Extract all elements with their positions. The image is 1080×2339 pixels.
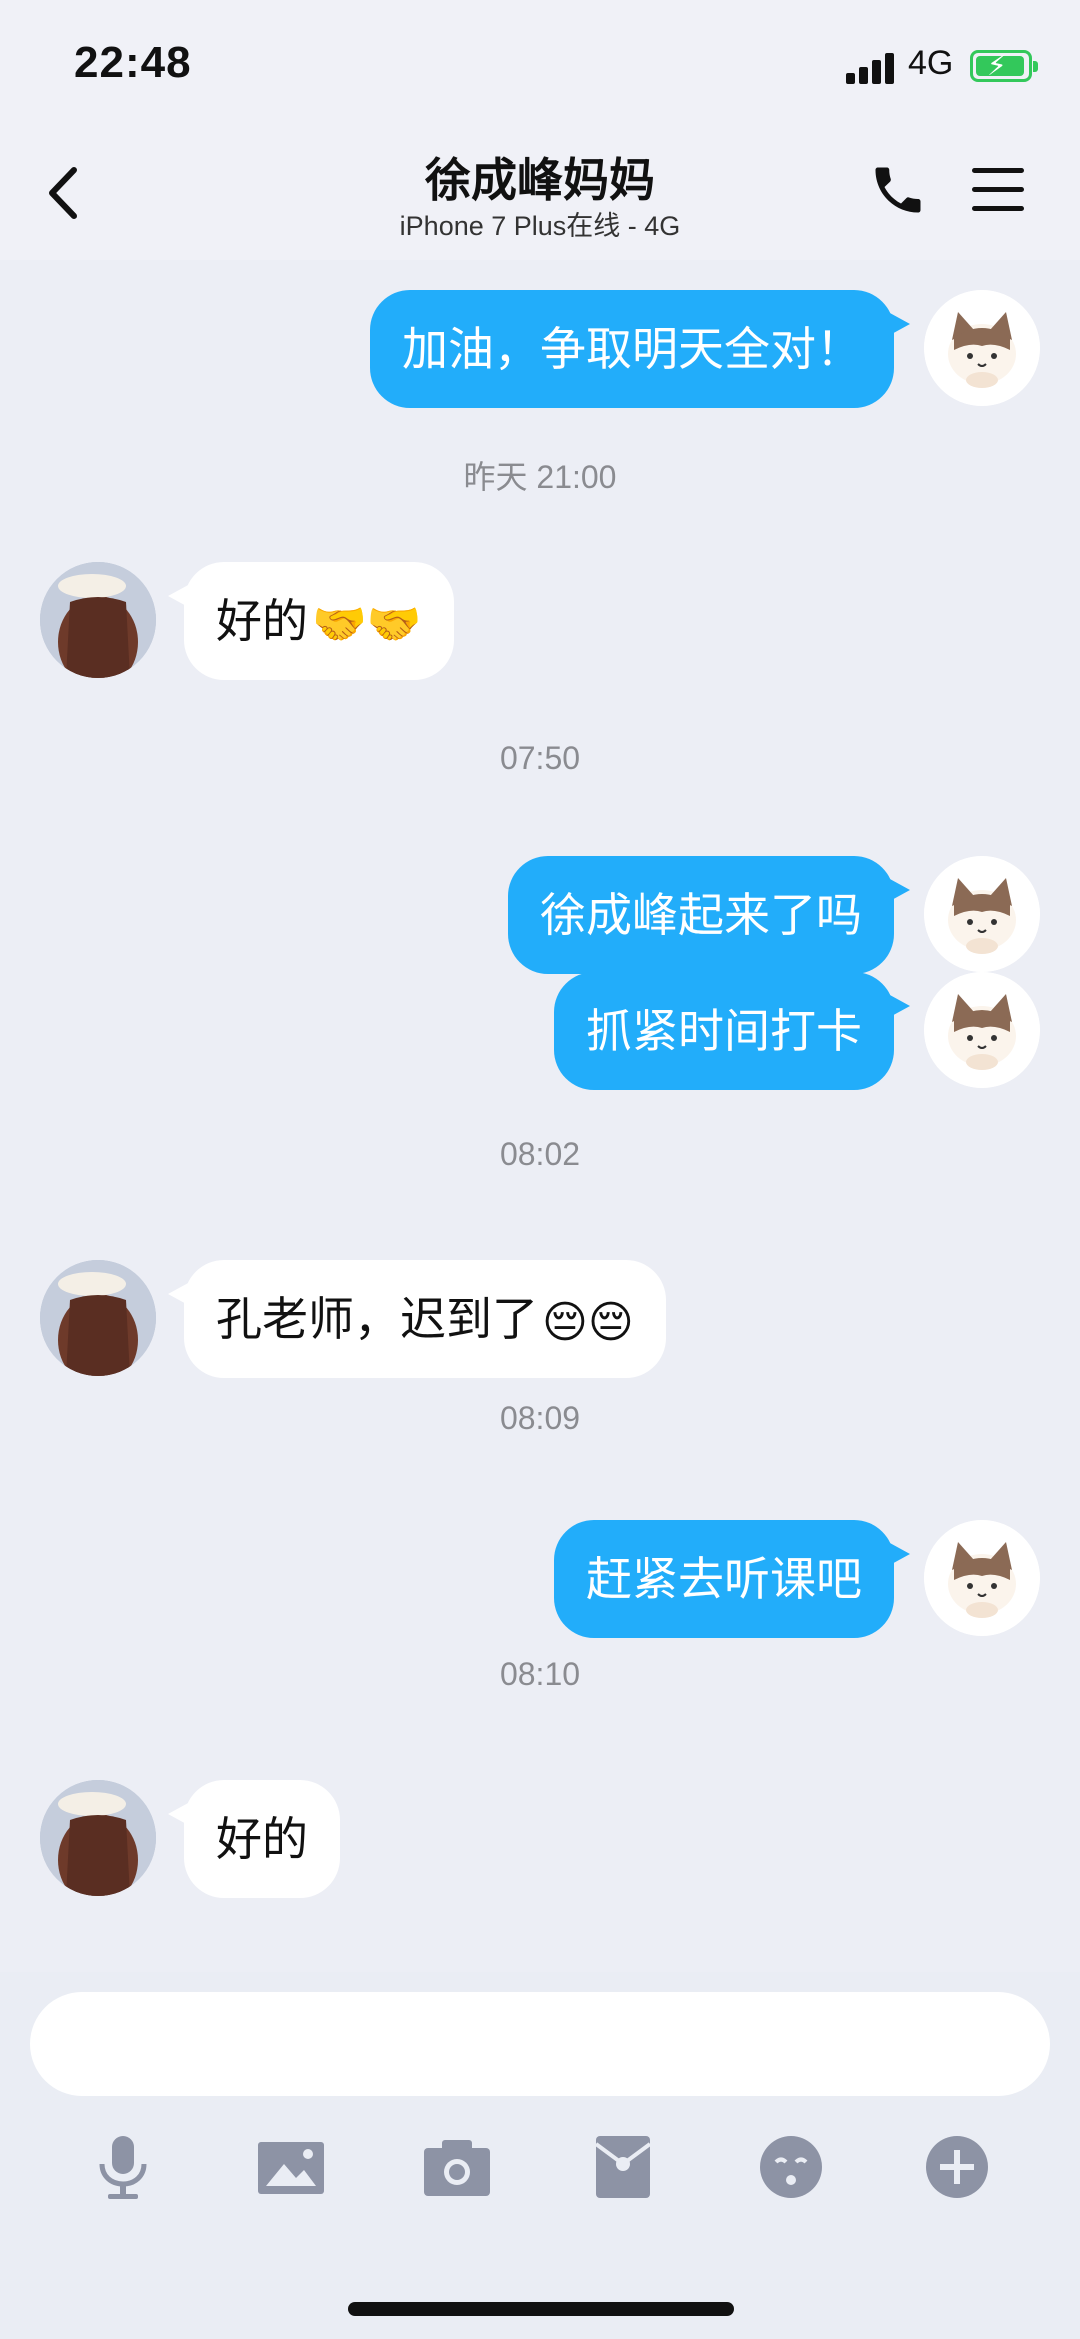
my-avatar[interactable]	[924, 290, 1040, 406]
message-timestamp: 07:50	[499, 740, 581, 776]
input-area	[0, 1972, 1080, 2339]
outgoing-message-row: 加油，争取明天全对！	[0, 290, 1080, 408]
outgoing-message-row: 抓紧时间打卡	[0, 972, 1080, 1090]
incoming-message-bubble[interactable]: 好的🤝🤝	[168, 562, 454, 680]
message-text: 抓紧时间打卡	[586, 1004, 862, 1058]
chat-area[interactable]: 加油，争取明天全对！ 昨天 21:00 好的🤝🤝 07:50 徐成峰起来了吗 抓紧时间打卡…	[0, 260, 1080, 1972]
microphone-icon[interactable]	[88, 2132, 158, 2202]
outgoing-message-bubble[interactable]: 徐成峰起来了吗	[508, 856, 910, 974]
my-avatar[interactable]	[924, 856, 1040, 972]
contact-avatar[interactable]	[40, 1260, 156, 1376]
message-text: 徐成峰起来了吗	[540, 888, 862, 942]
outgoing-message-bubble[interactable]: 抓紧时间打卡	[554, 972, 910, 1090]
message-timestamp: 08:02	[499, 1136, 581, 1172]
home-indicator[interactable]	[348, 2302, 734, 2316]
incoming-message-bubble[interactable]: 好的	[168, 1780, 340, 1898]
message-input[interactable]	[30, 1992, 1050, 2096]
message-text: 孔老师，迟到了	[216, 1292, 538, 1346]
incoming-message-bubble[interactable]: 孔老师，迟到了😔😔	[168, 1260, 666, 1378]
timestamp-row: 08:09	[0, 1400, 1080, 1518]
message-timestamp: 昨天 21:00	[463, 459, 617, 495]
message-text: 赶紧去听课吧	[586, 1552, 862, 1606]
emoji-icon[interactable]	[756, 2132, 826, 2202]
plus-icon[interactable]	[922, 2132, 992, 2202]
outgoing-message-bubble[interactable]: 赶紧去听课吧	[554, 1520, 910, 1638]
status-time: 22:48	[74, 38, 192, 87]
message-emoji: 😔😔	[542, 1296, 634, 1348]
outgoing-message-row: 徐成峰起来了吗	[0, 856, 1080, 974]
outgoing-message-row: 赶紧去听课吧	[0, 1520, 1080, 1638]
message-text: 好的	[216, 1812, 308, 1866]
image-icon[interactable]	[256, 2132, 326, 2202]
timestamp-row: 08:02	[0, 1136, 1080, 1254]
menu-icon[interactable]	[972, 166, 1024, 214]
contact-avatar[interactable]	[40, 562, 156, 678]
timestamp-row: 07:50	[0, 740, 1080, 858]
red-packet-icon[interactable]	[588, 2132, 658, 2202]
incoming-message-row: 好的	[0, 1780, 1080, 1898]
incoming-message-row: 好的🤝🤝	[0, 562, 1080, 680]
message-timestamp: 08:09	[499, 1400, 581, 1436]
message-emoji: 🤝🤝	[312, 598, 422, 650]
message-timestamp: 08:10	[499, 1656, 581, 1692]
signal-icon	[846, 52, 894, 84]
status-bar: 22:48 4G ⚡	[0, 0, 1080, 130]
timestamp-row: 08:10	[0, 1656, 1080, 1774]
battery-icon: ⚡	[970, 49, 1038, 82]
phone-icon[interactable]	[868, 160, 928, 220]
my-avatar[interactable]	[924, 1520, 1040, 1636]
contact-avatar[interactable]	[40, 1780, 156, 1896]
incoming-message-row: 孔老师，迟到了😔😔	[0, 1260, 1080, 1378]
network-type: 4G	[908, 44, 954, 82]
camera-icon[interactable]	[422, 2132, 492, 2202]
outgoing-message-bubble[interactable]: 加油，争取明天全对！	[370, 290, 910, 408]
my-avatar[interactable]	[924, 972, 1040, 1088]
timestamp-row: 昨天 21:00	[0, 452, 1080, 570]
message-text: 好的	[216, 594, 308, 648]
chat-header: 徐成峰妈妈 iPhone 7 Plus在线 - 4G	[0, 130, 1080, 260]
message-text: 加油，争取明天全对！	[402, 322, 862, 376]
